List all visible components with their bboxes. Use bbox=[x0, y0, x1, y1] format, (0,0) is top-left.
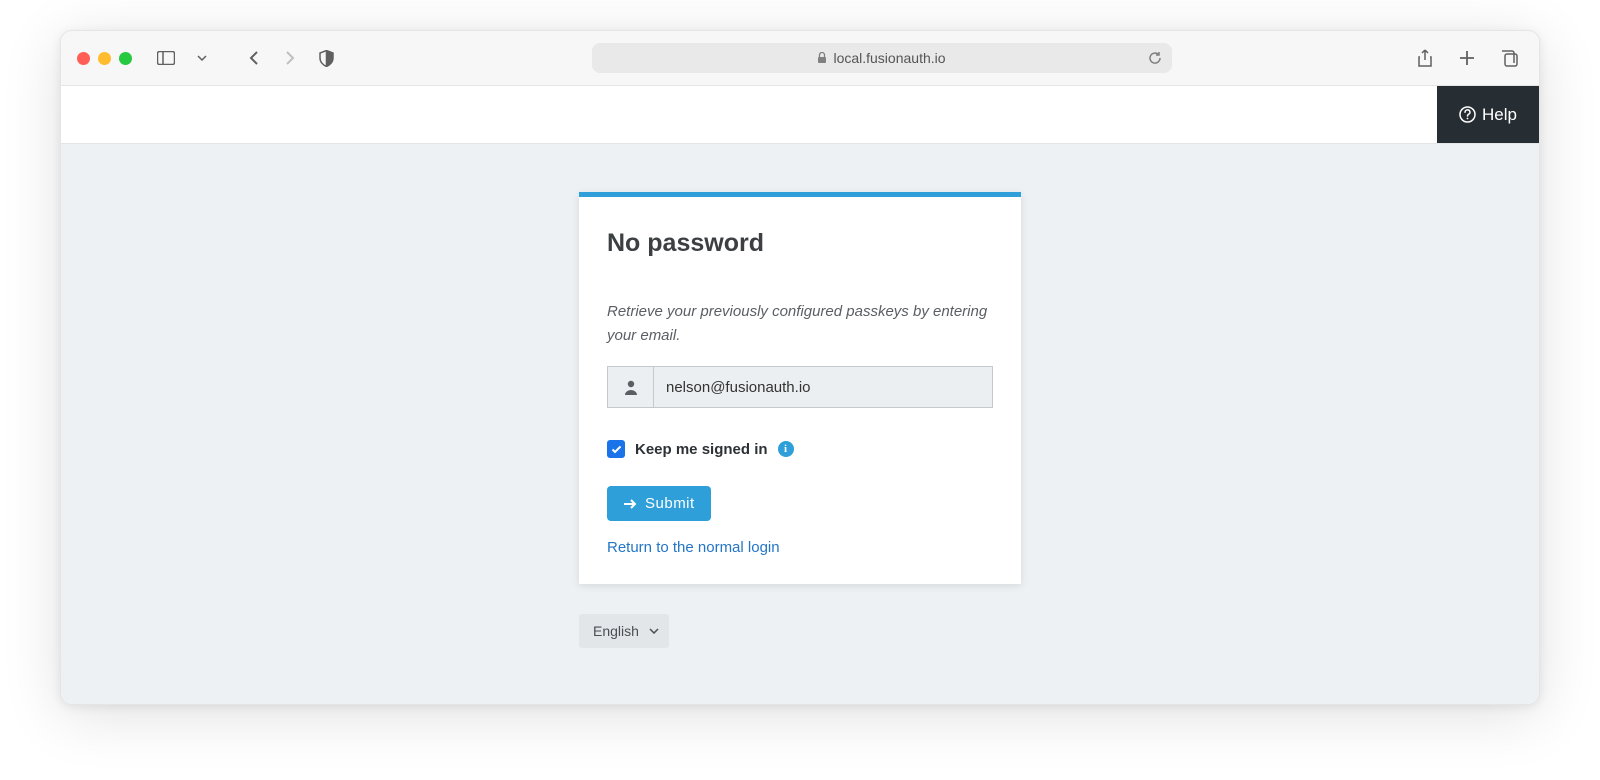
keep-signed-in-checkbox[interactable] bbox=[607, 440, 625, 458]
share-button[interactable] bbox=[1411, 46, 1439, 70]
return-to-login-link[interactable]: Return to the normal login bbox=[607, 539, 993, 556]
lock-icon bbox=[817, 52, 827, 64]
sidebar-toggle-button[interactable] bbox=[152, 46, 180, 70]
arrow-right-icon bbox=[623, 498, 637, 510]
email-input-group bbox=[607, 366, 993, 408]
window-minimize-button[interactable] bbox=[98, 52, 111, 65]
language-selector-row: English bbox=[579, 614, 1021, 648]
new-tab-button[interactable] bbox=[1453, 46, 1481, 70]
address-bar[interactable]: local.fusionauth.io bbox=[592, 43, 1172, 73]
nav-back-button[interactable] bbox=[240, 46, 268, 70]
browser-window: local.fusionauth.io Help bbox=[60, 30, 1540, 705]
panel-instruction: Retrieve your previously configured pass… bbox=[607, 300, 993, 348]
panel-title: No password bbox=[607, 229, 993, 258]
help-label: Help bbox=[1482, 105, 1517, 125]
sidebar-dropdown-button[interactable] bbox=[188, 46, 216, 70]
help-button[interactable]: Help bbox=[1437, 86, 1539, 143]
window-maximize-button[interactable] bbox=[119, 52, 132, 65]
language-select[interactable]: English bbox=[579, 614, 669, 648]
help-icon bbox=[1459, 106, 1476, 123]
window-controls bbox=[77, 52, 132, 65]
app-body: No password Retrieve your previously con… bbox=[61, 144, 1539, 704]
login-panel: No password Retrieve your previously con… bbox=[579, 192, 1021, 584]
window-close-button[interactable] bbox=[77, 52, 90, 65]
submit-label: Submit bbox=[645, 495, 695, 512]
keep-signed-in-label: Keep me signed in bbox=[635, 441, 768, 458]
user-icon bbox=[608, 367, 654, 407]
nav-forward-button[interactable] bbox=[276, 46, 304, 70]
browser-toolbar: local.fusionauth.io bbox=[61, 31, 1539, 86]
app-header: Help bbox=[61, 86, 1539, 144]
submit-button[interactable]: Submit bbox=[607, 486, 711, 521]
info-icon[interactable]: i bbox=[778, 441, 794, 457]
tab-overview-button[interactable] bbox=[1495, 46, 1523, 70]
email-input[interactable] bbox=[654, 367, 992, 407]
privacy-shield-icon[interactable] bbox=[312, 46, 340, 70]
keep-signed-in-row: Keep me signed in i bbox=[607, 440, 993, 458]
reload-button[interactable] bbox=[1148, 51, 1162, 65]
url-text: local.fusionauth.io bbox=[833, 50, 945, 66]
